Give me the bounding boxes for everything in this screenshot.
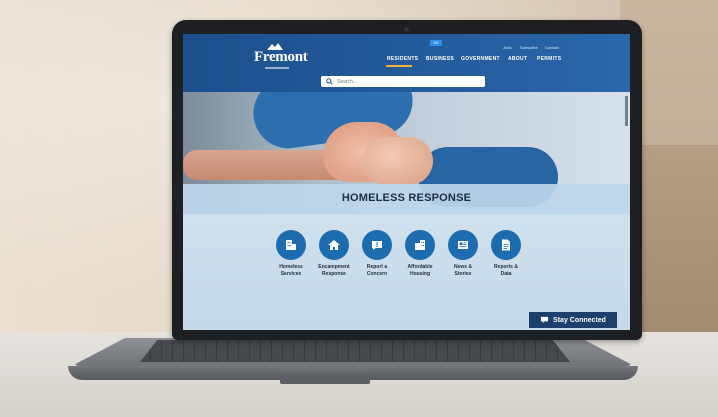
tile-icon-circle <box>448 230 478 260</box>
laptop-trackpad <box>280 374 370 384</box>
document-icon <box>502 239 510 251</box>
util-link-subscribe[interactable]: Subscribe <box>520 45 538 50</box>
laptop-screen: Fremont EN Jobs Subscribe Contact RESIDE… <box>183 34 630 330</box>
nav-permits[interactable]: PERMITS <box>537 56 561 62</box>
nav-business[interactable]: BUSINESS <box>426 56 454 62</box>
report-icon <box>372 241 382 250</box>
nav-about[interactable]: ABOUT <box>508 56 527 62</box>
tile-icon-circle <box>362 230 392 260</box>
util-link-jobs[interactable]: Jobs <box>503 45 511 50</box>
nav-active-indicator <box>386 65 412 67</box>
tile-label-line: Data <box>500 270 512 277</box>
tile-icon-circle <box>319 230 349 260</box>
language-badge[interactable]: EN <box>430 40 442 46</box>
search-input[interactable] <box>337 76 477 87</box>
logo-tagline-bar <box>265 67 289 69</box>
tile-reports-data[interactable]: Reports & Data <box>481 230 531 277</box>
page-title: HOMELESS RESPONSE <box>341 192 472 204</box>
search-bar[interactable] <box>321 76 485 87</box>
news-icon <box>458 241 468 249</box>
site-logo[interactable]: Fremont <box>254 49 308 66</box>
background-box <box>640 145 718 345</box>
camera-icon <box>404 27 409 32</box>
building-icon <box>286 240 296 250</box>
nav-residents[interactable]: RESIDENTS <box>387 56 418 62</box>
scrollbar-thumb[interactable] <box>625 96 628 126</box>
hero-hand <box>363 137 433 185</box>
util-link-contact[interactable]: Contact <box>545 45 559 50</box>
chat-icon <box>540 316 549 324</box>
site-header: Fremont EN Jobs Subscribe Contact RESIDE… <box>183 34 630 92</box>
tile-icon-circle <box>405 230 435 260</box>
tile-icon-circle <box>491 230 521 260</box>
search-icon[interactable] <box>326 78 333 85</box>
stay-connected-button[interactable]: Stay Connected <box>529 312 617 328</box>
house-icon <box>328 240 340 250</box>
laptop-keyboard <box>140 340 570 362</box>
stay-connected-label: Stay Connected <box>553 316 606 324</box>
nav-government[interactable]: GOVERNMENT <box>461 56 500 62</box>
tile-icon-circle <box>276 230 306 260</box>
tile-label: Reports & Data <box>481 264 531 277</box>
affordable-housing-icon <box>415 240 425 250</box>
